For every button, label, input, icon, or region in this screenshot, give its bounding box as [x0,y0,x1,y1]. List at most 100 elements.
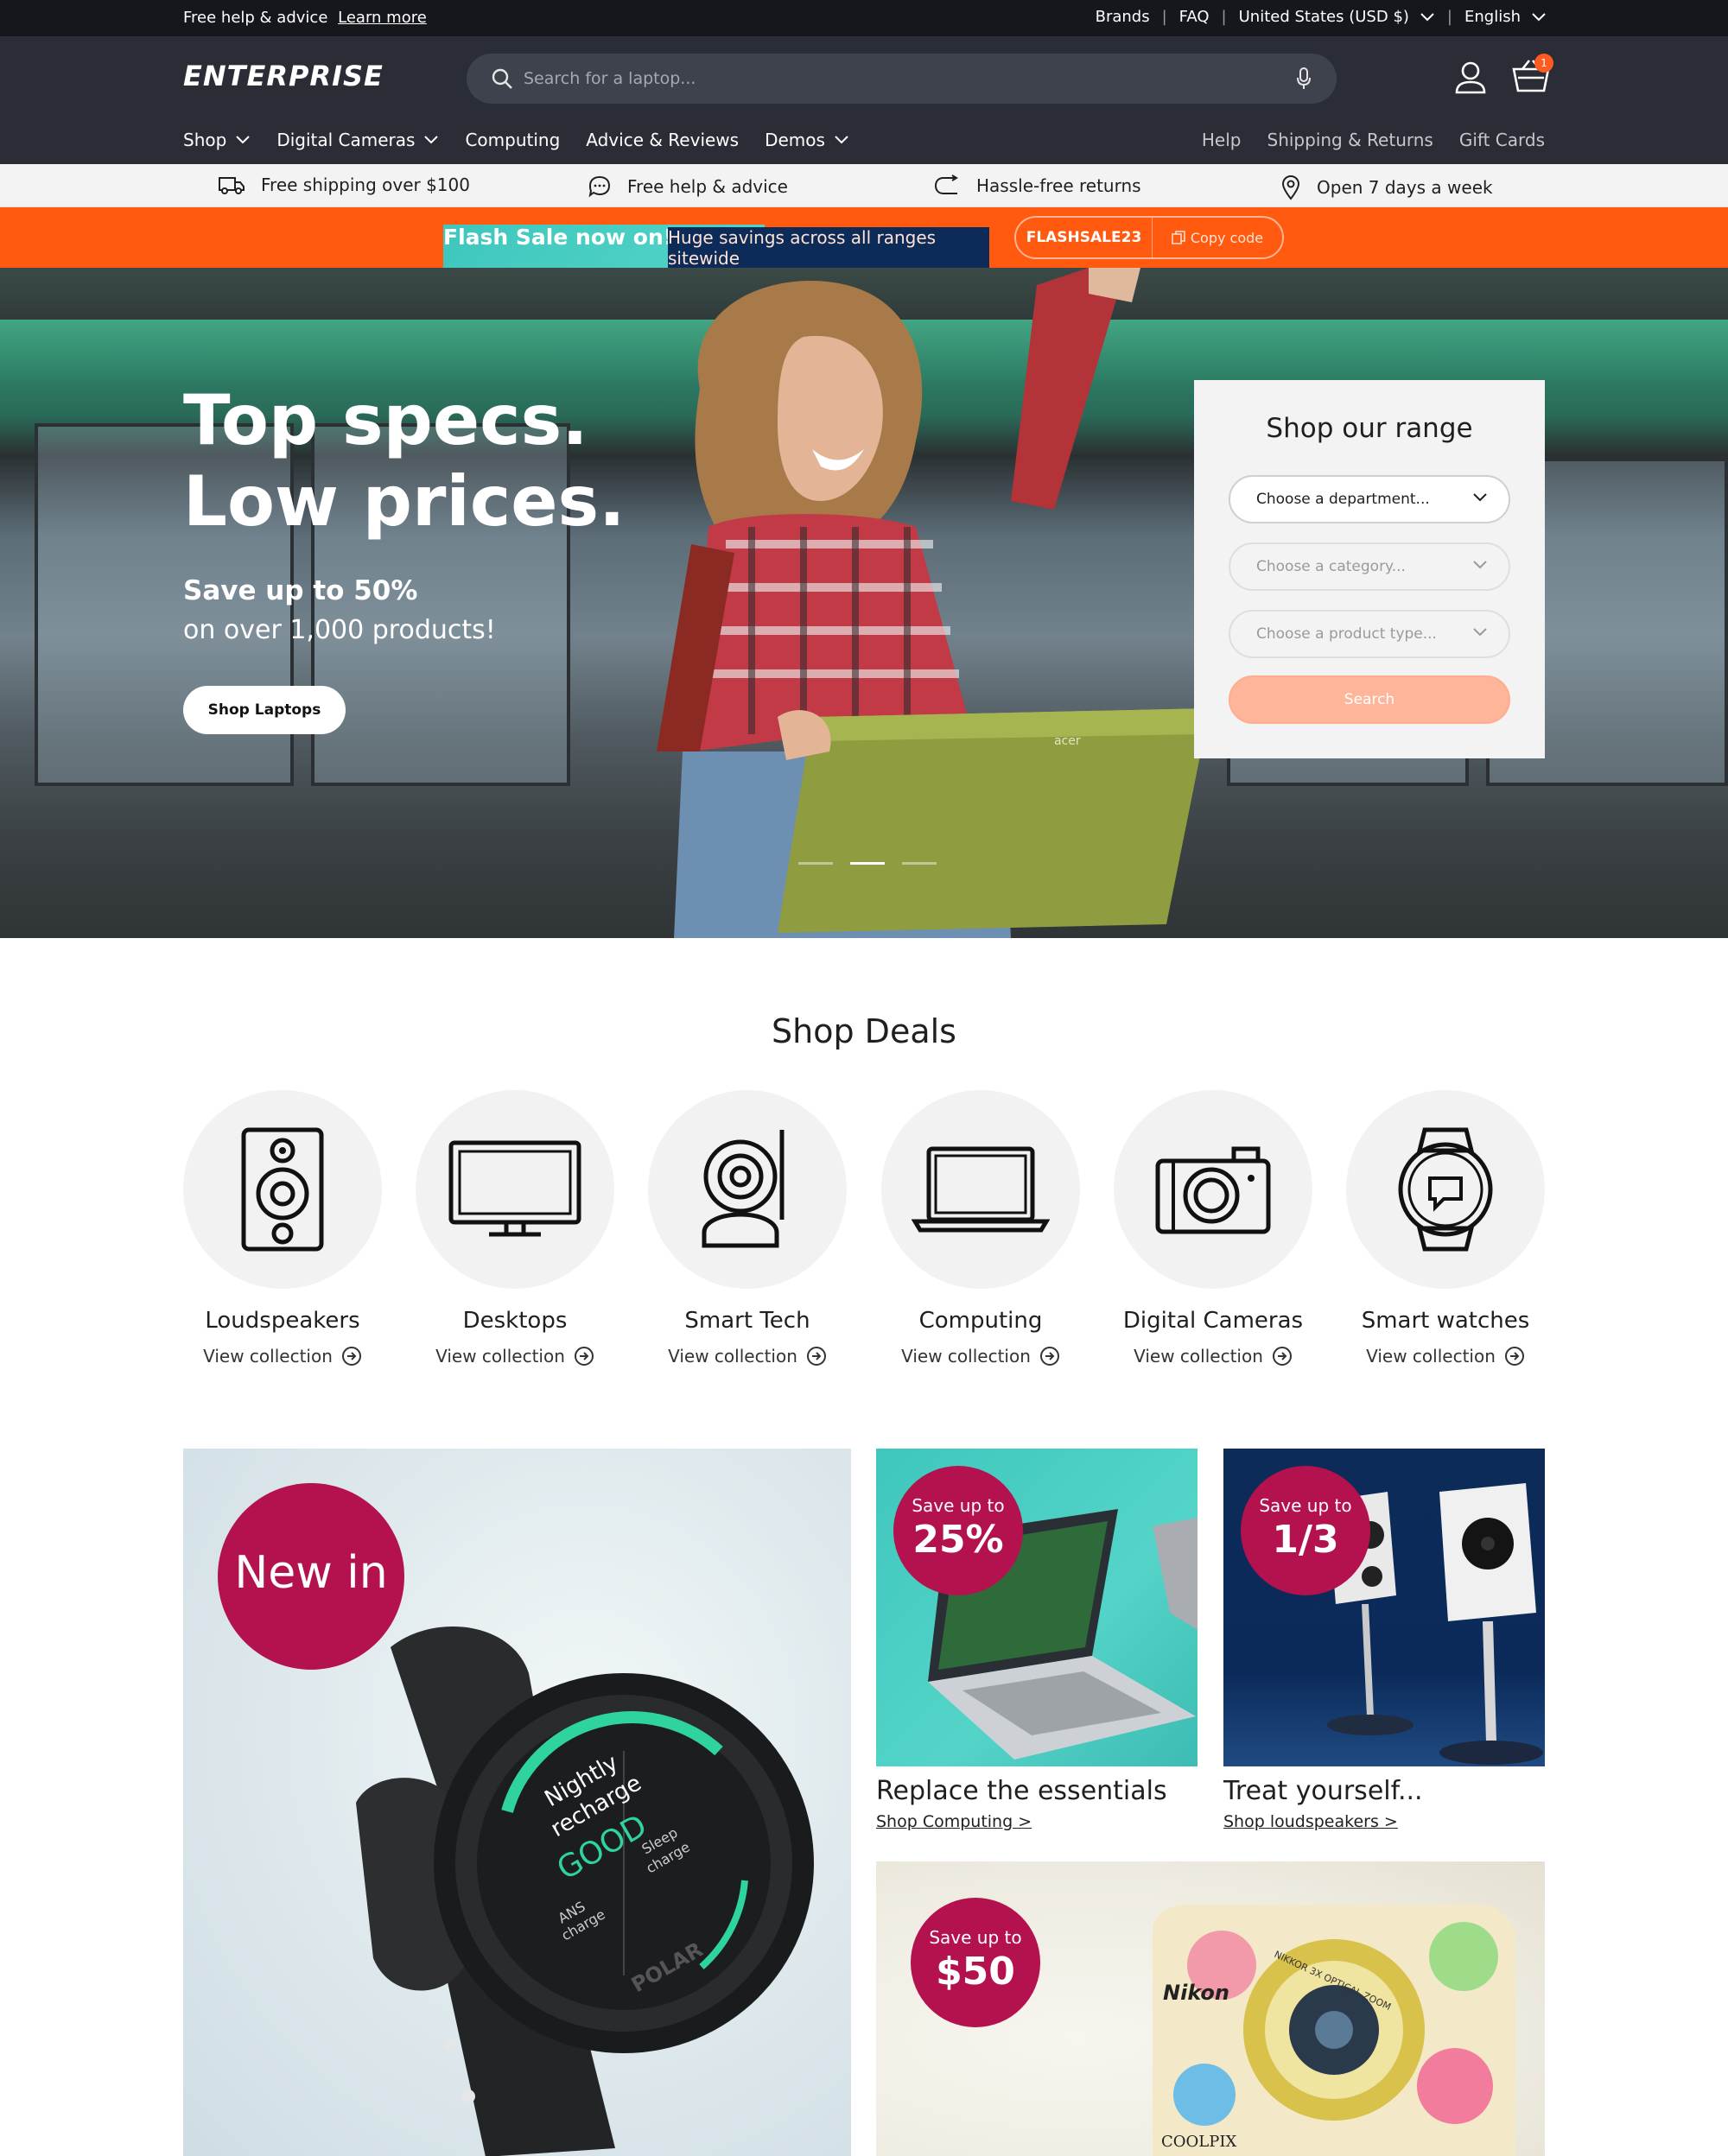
carousel-dot[interactable] [798,862,833,865]
cart-button[interactable]: 1 [1512,54,1553,93]
deal-category-smart-tech[interactable]: Smart Tech View collection [648,1090,847,1367]
view-collection-label: View collection [203,1346,333,1367]
smart-camera-icon [702,1130,785,1248]
deal-category-desktops[interactable]: Desktops View collection [416,1090,614,1367]
chevron-down-icon [424,136,439,144]
usp-label: Open 7 days a week [1317,177,1493,198]
cart-count-badge: 1 [1534,54,1553,73]
currency-selector[interactable]: United States (USD $) [1239,8,1435,26]
chevron-down-icon [835,136,848,144]
laptop-icon [912,1146,1050,1233]
new-in-badge: New in [218,1483,404,1670]
site-logo[interactable]: ENTERPRISE [183,60,384,92]
deal-category-digital-cameras[interactable]: Digital Cameras View collection [1114,1090,1312,1367]
copy-code-button[interactable]: Copy code [1153,230,1282,246]
category-image [1114,1090,1312,1289]
utility-bar: Free help & advice Learn more Brands | F… [0,0,1728,36]
deal-category-loudspeakers[interactable]: Loudspeakers View collection [183,1090,382,1367]
search-input[interactable] [524,62,1215,95]
help-text: Free help & advice [183,9,328,27]
category-image [1346,1090,1545,1289]
new-in-badge-label: New in [234,1547,388,1599]
carousel-dot-active[interactable] [850,862,885,865]
secondary-nav: Help Shipping & Returns Gift Cards [1202,130,1545,150]
category-select[interactable]: Choose a category... [1229,542,1510,591]
brands-link[interactable]: Brands [1096,8,1150,26]
category-image [648,1090,847,1289]
view-collection-label: View collection [901,1346,1031,1367]
computing-promo-caption: Replace the essentials [876,1776,1167,1806]
view-collection-link[interactable]: View collection [1114,1346,1312,1367]
discount-badge: Save up to 1/3 [1241,1466,1370,1595]
category-name: Desktops [462,1308,568,1334]
nav-item-shipping-returns[interactable]: Shipping & Returns [1267,130,1433,150]
hero-heading-line-2: Low prices. [183,461,626,542]
category-name: Computing [918,1308,1043,1334]
main-nav: Shop Digital Cameras Computing Advice & … [183,130,849,150]
shop-range-panel: Shop our range Choose a department... Ch… [1194,380,1545,758]
laptop-brand-logo: acer [1054,734,1081,748]
microphone-icon[interactable] [1295,67,1312,91]
deal-category-smart-watches[interactable]: Smart watches View collection [1346,1090,1545,1367]
department-select[interactable]: Choose a department... [1229,475,1510,523]
return-arrow-icon [934,174,958,194]
camera-brand-logo: Nikon [1163,1981,1229,2005]
usp-item-shipping: Free shipping over $100 [218,174,470,195]
view-collection-label: View collection [1134,1346,1263,1367]
product-type-select-label: Choose a product type... [1256,625,1437,643]
nav-item-help[interactable]: Help [1202,130,1242,150]
view-collection-label: View collection [435,1346,565,1367]
language-selector[interactable]: English [1464,8,1547,26]
nav-label: Shop [183,130,227,150]
deal-category-computing[interactable]: Computing View collection [881,1090,1080,1367]
badge-small-text: Save up to [1259,1495,1352,1516]
search-icon[interactable] [491,67,513,90]
usp-bar: Free shipping over $100 Free help & advi… [0,164,1728,207]
hero-heading-line-1: Top specs. [183,380,588,460]
nav-item-computing[interactable]: Computing [465,130,560,150]
nav-item-advice-reviews[interactable]: Advice & Reviews [586,130,739,150]
separator: | [1446,8,1452,26]
view-collection-link[interactable]: View collection [881,1346,1080,1367]
loudspeakers-promo-tile[interactable]: Save up to 1/3 [1223,1449,1545,1766]
site-header: ENTERPRISE 1 Shop Digital Cameras Comput… [0,36,1728,164]
account-icon[interactable] [1453,60,1488,95]
learn-more-link[interactable]: Learn more [338,9,427,27]
help-banner: Free help & advice Learn more [183,9,427,27]
nav-item-gift-cards[interactable]: Gift Cards [1459,130,1545,150]
shop-laptops-button[interactable]: Shop Laptops [183,686,346,734]
view-collection-label: View collection [1366,1346,1496,1367]
nav-item-shop[interactable]: Shop [183,130,251,150]
department-select-label: Choose a department... [1256,491,1430,508]
arrow-circle-icon [1504,1347,1524,1366]
new-in-promo-tile[interactable]: Nightly recharge GOOD ANS charge Sleep c… [183,1449,851,2156]
category-name: Loudspeakers [205,1308,360,1334]
discount-badge: Save up to $50 [911,1898,1040,2027]
range-search-button[interactable]: Search [1229,675,1510,724]
view-collection-link[interactable]: View collection [416,1346,614,1367]
badge-small-text: Save up to [912,1495,1005,1516]
product-type-select[interactable]: Choose a product type... [1229,610,1510,658]
chevron-down-icon [1473,493,1487,502]
loudspeakers-promo-caption: Treat yourself... [1223,1776,1423,1806]
view-collection-link[interactable]: View collection [183,1346,382,1367]
usp-label: Free help & advice [627,176,788,197]
carousel-dot[interactable] [902,862,937,865]
arrow-circle-icon [574,1347,594,1366]
nav-item-demos[interactable]: Demos [765,130,849,150]
cameras-promo-tile[interactable]: Nikon COOLPIX NIKKOR 3X OPTICAL ZOOM Sav… [876,1861,1545,2156]
category-image [881,1090,1080,1289]
hero-subheading: Save up to 50% [183,575,418,606]
flash-sale-bar: Flash Sale now on! Huge savings across a… [0,207,1728,545]
view-collection-link[interactable]: View collection [1346,1346,1545,1367]
shop-loudspeakers-link[interactable]: Shop loudspeakers > [1223,1812,1398,1831]
shop-computing-link[interactable]: Shop Computing > [876,1812,1032,1831]
category-select-label: Choose a category... [1256,558,1406,575]
camera-icon [1155,1146,1271,1234]
faq-link[interactable]: FAQ [1179,8,1210,26]
promo-code-box: FLASHSALE23 Copy code [1014,216,1284,259]
nav-item-digital-cameras[interactable]: Digital Cameras [276,130,439,150]
computing-promo-tile[interactable]: Save up to 25% [876,1449,1198,1766]
utility-links: Brands | FAQ | United States (USD $) | E… [1096,8,1547,26]
view-collection-link[interactable]: View collection [648,1346,847,1367]
